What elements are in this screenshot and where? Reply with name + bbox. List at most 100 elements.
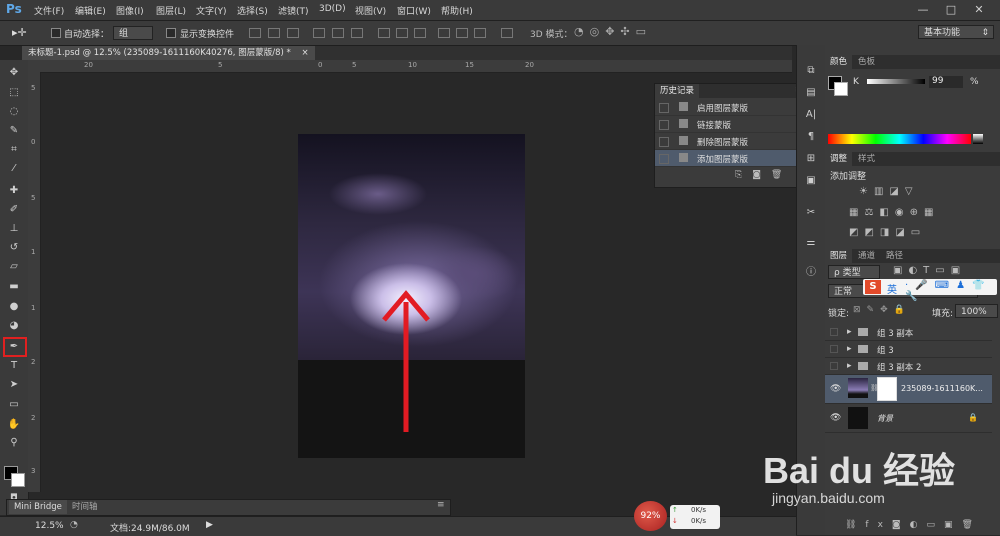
layers-actions[interactable]: ⛓fx◙◐▭▣🗑 [845,520,982,530]
adjust-icons-row3[interactable]: ◩◩◨◪▭ [849,227,926,238]
eye-icon[interactable]: 👁 [830,413,841,423]
menu-help[interactable]: 帮助(H) [441,4,473,17]
minimize-button[interactable]: — [912,1,934,19]
close-tab-icon[interactable]: × [301,48,308,58]
layer-filter-dropdown[interactable]: ρ 类型 [828,265,880,279]
path-select-tool-icon[interactable]: ➤ [6,378,22,392]
quick-select-tool-icon[interactable]: ✎ [6,124,22,138]
dodge-tool-icon[interactable]: ◕ [6,319,22,333]
export-icon[interactable]: ◔ [70,520,78,530]
adjust-panel-icon[interactable]: ⚌ [803,236,819,250]
document-canvas[interactable] [298,134,525,458]
align-top-icon[interactable] [249,28,261,38]
info-panel-icon[interactable]: ⊞ [803,152,819,166]
history-item-selected[interactable]: 添加图层蒙版 [655,150,798,167]
align-bottom-icon[interactable] [287,28,299,38]
align-left-icon[interactable] [313,28,325,38]
adjust-icons-row1[interactable]: ☀▥◪▽ [859,186,919,197]
tab-adjustments[interactable]: 调整 [825,152,853,166]
pen-tool-icon[interactable]: ✒ [6,340,22,354]
fill-field[interactable]: 100% [955,304,998,318]
history-item[interactable]: 删除图层蒙版 [655,133,798,150]
layer-filter-icons[interactable]: ▣◐T▭▣ [893,265,966,276]
panel-menu-icon[interactable]: ≡ [437,500,445,510]
tab-channels[interactable]: 通道 [853,249,880,263]
zoom-level[interactable]: 12.5% [35,521,64,531]
menu-layer[interactable]: 图层(L) [156,4,186,17]
menu-window[interactable]: 窗口(W) [397,4,431,17]
layer-row[interactable]: ▸ 组 3 [825,341,992,358]
layer-mask-thumbnail[interactable] [877,377,897,401]
history-brush-tool-icon[interactable]: ↺ [6,241,22,255]
visibility-toggle[interactable] [830,345,838,353]
expand-arrow-icon[interactable]: ▸ [847,327,852,337]
auto-select-checkbox[interactable] [51,28,61,38]
k-slider[interactable] [867,79,925,84]
move-tool-icon[interactable]: ▸✛ [12,26,27,39]
align-vcenter-icon[interactable] [268,28,280,38]
tab-mini-bridge[interactable]: Mini Bridge [9,500,67,514]
info-icon[interactable]: ⓘ [803,266,819,280]
color-ramp[interactable] [828,134,971,144]
layer-row[interactable]: 👁 背景 🔒 [825,404,992,433]
status-menu-arrow-icon[interactable]: ▶ [206,520,213,530]
gray-ramp[interactable] [973,134,983,144]
distribute-top-icon[interactable] [378,28,390,38]
move-tool-icon[interactable]: ✥ [6,66,22,80]
document-tab[interactable]: 未标题-1.psd @ 12.5% (235089-1611160K40276,… [22,46,315,60]
tab-color[interactable]: 颜色 [825,55,853,69]
properties-panel-icon[interactable]: ▤ [803,86,819,100]
auto-select-dropdown[interactable]: 组 [113,26,153,40]
align-hcenter-icon[interactable] [332,28,344,38]
tab-paths[interactable]: 路径 [881,249,908,263]
menu-image[interactable]: 图像(I) [116,4,144,17]
brush-tool-icon[interactable]: ✐ [6,203,22,217]
distribute-right-icon[interactable] [474,28,486,38]
history-tab[interactable]: 历史记录 [655,84,700,98]
tab-styles[interactable]: 样式 [853,152,880,166]
menu-view[interactable]: 视图(V) [355,4,386,17]
show-transform-checkbox[interactable] [166,28,176,38]
tab-swatches[interactable]: 色板 [853,55,880,69]
k-value-field[interactable]: 99 [929,76,963,88]
character-panel-icon[interactable]: A| [803,108,819,122]
tools-preset-icon[interactable]: ✂ [803,206,819,220]
ime-toolbar[interactable]: S 英 ·🎤⌨♟👕🔧 [863,279,997,302]
eraser-tool-icon[interactable]: ▱ [6,260,22,274]
tab-timeline[interactable]: 时间轴 [67,500,103,514]
menu-edit[interactable]: 编辑(E) [75,4,106,17]
align-right-icon[interactable] [351,28,363,38]
layer-row[interactable]: ▸ 组 3 副本 2 [825,358,992,375]
maximize-button[interactable]: □ [940,1,962,19]
close-window-button[interactable]: ✕ [968,1,990,19]
menu-file[interactable]: 文件(F) [34,4,64,17]
clone-stamp-tool-icon[interactable]: ⊥ [6,222,22,236]
menu-type[interactable]: 文字(Y) [196,4,227,17]
rectangle-tool-icon[interactable]: ▭ [6,398,22,412]
history-actions[interactable]: ⎘◙🗑 [735,170,792,180]
background-color-swatch[interactable] [11,473,25,487]
workspace-dropdown[interactable]: 基本功能 ⇕ [918,25,994,39]
menu-filter[interactable]: 滤镜(T) [278,4,309,17]
layer-row-selected[interactable]: 👁 ⛓ 235089-1611160K... [825,375,992,404]
visibility-toggle[interactable] [830,328,838,336]
distribute-vcenter-icon[interactable] [396,28,408,38]
history-panel-icon[interactable]: ⧉ [803,64,819,78]
type-tool-icon[interactable]: T [6,359,22,373]
tab-layers[interactable]: 图层 [825,249,853,263]
adjust-icons-row2[interactable]: ▦⚖◧◉⊕▦ [849,207,939,218]
bg-color-swatch[interactable] [834,82,848,96]
menu-select[interactable]: 选择(S) [237,4,268,17]
marquee-tool-icon[interactable]: ⬚ [6,86,22,100]
menu-3d[interactable]: 3D(D) [319,4,346,14]
zoom-tool-icon[interactable]: ⚲ [6,436,22,450]
eyedropper-tool-icon[interactable]: ⁄ [6,162,22,176]
gradient-tool-icon[interactable]: ▬ [6,280,22,294]
distribute-left-icon[interactable] [438,28,450,38]
visibility-toggle[interactable] [830,362,838,370]
distribute-hcenter-icon[interactable] [456,28,468,38]
actions-panel-icon[interactable]: ▣ [803,174,819,188]
paragraph-panel-icon[interactable]: ¶ [803,130,819,144]
eye-icon[interactable]: 👁 [830,384,841,394]
distribute-bottom-icon[interactable] [414,28,426,38]
